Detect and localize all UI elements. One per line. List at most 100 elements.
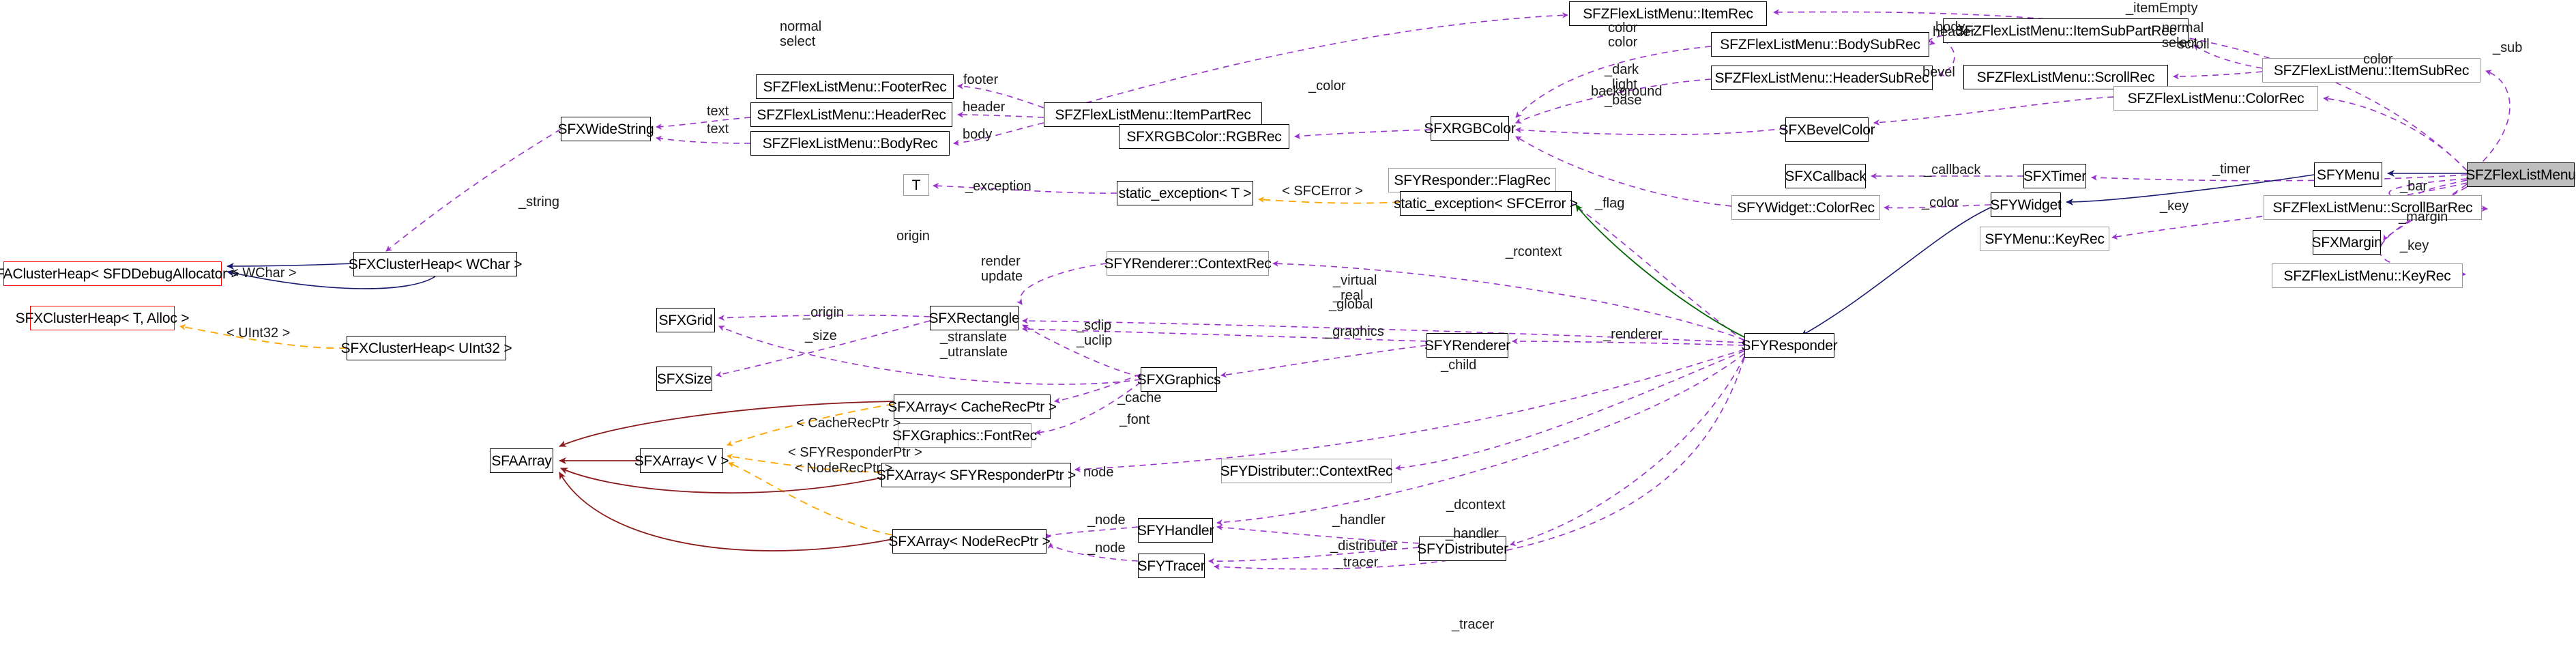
class-node-arr-cacherecptr[interactable]: SFXArray< CacheRecPtr >: [888, 395, 1057, 419]
class-node-grid[interactable]: SFXGrid: [656, 308, 715, 332]
class-node-callback[interactable]: SFXCallback: [1785, 164, 1867, 188]
edge-label-noderecptr: < NodeRecPtr >: [795, 461, 893, 476]
edge-label-callback: _callback: [1924, 162, 1981, 177]
class-node-clusterheap-uint32[interactable]: SFXClusterHeap< UInt32 >: [341, 336, 512, 360]
class-node-label: SFXClusterHeap< WChar >: [348, 256, 523, 272]
green-edges: [1575, 204, 1745, 338]
class-node-bevelcolor[interactable]: SFXBevelColor: [1779, 117, 1875, 142]
class-node-label: SFYResponder::FlagRec: [1394, 172, 1551, 188]
edge-label-normal-sel2: normal select: [780, 19, 822, 50]
edge-label-handler1: _handler: [1446, 526, 1499, 541]
class-node-itemsubpartrec[interactable]: SFZFlexListMenu::ItemSubPartRec: [1943, 18, 2189, 43]
class-node-menu[interactable]: SFYMenu: [2314, 162, 2382, 187]
class-node-label: SFZFlexListMenu::ColorRec: [2127, 90, 2304, 106]
class-node-timer[interactable]: SFXTimer: [2023, 164, 2086, 188]
class-node-static-exc-sfc[interactable]: static_exception< SFCError >: [1394, 191, 1578, 216]
edge-label-handler2: _handler: [1332, 513, 1386, 528]
edge-label-color1: color: [1608, 20, 1638, 35]
edge-label-origin1: origin: [896, 229, 930, 244]
class-node-widget[interactable]: SFYWidget: [1990, 192, 2062, 217]
class-node-arr-sfyresponderptr[interactable]: SFXArray< SFYResponderPtr >: [877, 463, 1076, 487]
class-node-label: SFXCallback: [1785, 168, 1867, 184]
class-node-label: SFXArray< SFYResponderPtr >: [876, 467, 1077, 483]
class-node-menukeyrec[interactable]: SFYMenu::KeyRec: [1980, 227, 2109, 251]
class-node-tracer[interactable]: SFYTracer: [1138, 554, 1205, 578]
class-node-label: SFXTimer: [2023, 168, 2087, 184]
class-node-itemrec[interactable]: SFZFlexListMenu::ItemRec: [1569, 1, 1767, 26]
class-node-rgbcolor[interactable]: SFXRGBColor: [1424, 116, 1516, 141]
class-node-label: SFYWidget::ColorRec: [1737, 199, 1875, 216]
class-node-colorrec-flex[interactable]: SFZFlexListMenu::ColorRec: [2113, 86, 2318, 111]
class-node-label: SFYHandler: [1137, 522, 1214, 539]
class-node-rectangle[interactable]: SFXRectangle: [929, 306, 1020, 330]
class-node-renderer[interactable]: SFYRenderer: [1424, 333, 1511, 358]
class-node-label: SFYTracer: [1137, 558, 1205, 574]
edge-label-cache: _cache: [1117, 390, 1162, 405]
edge-label-color5: _color: [1922, 195, 1959, 210]
class-node-label: SFZFlexListMenu::ItemRec: [1583, 5, 1753, 22]
edge-label-render-update: render update: [981, 254, 1023, 285]
class-node-label: SFZFlexListMenu::BodyRec: [762, 135, 938, 152]
class-node-label: SFXBevelColor: [1779, 121, 1875, 138]
class-node-responder[interactable]: SFYResponder: [1741, 333, 1838, 358]
class-node-aarray[interactable]: SFAArray: [490, 448, 553, 473]
class-node-label: SFYRenderer: [1424, 337, 1511, 354]
class-node-footerrec[interactable]: SFZFlexListMenu::FooterRec: [756, 74, 954, 99]
edge-label-global: _global: [1329, 297, 1373, 312]
class-node-rgbrec[interactable]: SFXRGBColor::RGBRec: [1119, 124, 1289, 149]
class-node-fontrec[interactable]: SFXGraphics::FontRec: [892, 423, 1037, 448]
edge-label-text1: text: [707, 104, 729, 119]
class-node-contextrec-renderer[interactable]: SFYRenderer::ContextRec: [1104, 251, 1272, 276]
class-node-xclusterheap-talloc[interactable]: SFXClusterHeap< T, Alloc >: [16, 306, 190, 330]
class-node-flagrec[interactable]: SFYResponder::FlagRec: [1388, 168, 1556, 192]
class-node-widgetcolorrec[interactable]: SFYWidget::ColorRec: [1731, 195, 1880, 220]
edge-label-exception: _exception: [965, 179, 1031, 194]
class-node-label: SFYMenu: [2317, 167, 2380, 183]
class-node-flexkeyrec[interactable]: SFZFlexListMenu::KeyRec: [2272, 263, 2463, 288]
class-node-graphics[interactable]: SFXGraphics: [1137, 367, 1221, 392]
class-node-label: static_exception< SFCError >: [1394, 195, 1578, 212]
edge-label-tracer2: _tracer: [1452, 617, 1495, 632]
class-node-itempartrec[interactable]: SFZFlexListMenu::ItemPartRec: [1044, 102, 1262, 127]
edge-label-sclip-uclip: _sclip _uclip: [1077, 318, 1113, 349]
class-node-margin[interactable]: SFXMargin: [2311, 230, 2382, 255]
class-node-label: SFXArray< V >: [634, 453, 729, 469]
class-node-label: SFXClusterHeap< T, Alloc >: [15, 310, 190, 326]
class-node-t[interactable]: T: [903, 174, 929, 196]
edge-label-color3: color: [2363, 52, 2393, 67]
class-node-arr-noderecptr[interactable]: SFXArray< NodeRecPtr >: [888, 529, 1051, 554]
class-node-label: SFXRGBColor: [1424, 120, 1516, 137]
class-node-headerrec[interactable]: SFZFlexListMenu::HeaderRec: [750, 102, 952, 127]
edge-label-bar: _bar: [2400, 179, 2428, 194]
class-node-label: SFZFlexListMenu::HeaderRec: [757, 106, 946, 123]
class-node-handler[interactable]: SFYHandler: [1137, 518, 1214, 543]
edge-label-sfcerror: < SFCError >: [1282, 184, 1363, 199]
class-node-widestring[interactable]: SFXWideString: [558, 117, 654, 141]
class-node-static-exc-t[interactable]: static_exception< T >: [1117, 181, 1253, 205]
class-node-scrollbarrec[interactable]: SFZFlexListMenu::ScrollBarRec: [2264, 195, 2482, 220]
class-node-label: SFZFlexListMenu::ItemSubPartRec: [1955, 23, 2177, 39]
edge-label-footer: footer: [963, 72, 999, 87]
class-node-size[interactable]: SFXSize: [656, 367, 712, 391]
edge-label-node1: node: [1083, 465, 1114, 480]
class-node-label: SFYDistributer::ContextRec: [1220, 463, 1393, 479]
class-node-label: SFZFlexListMenu::KeyRec: [2283, 268, 2451, 284]
class-node-bodysubrec[interactable]: SFZFlexListMenu::BodySubRec: [1711, 32, 1929, 57]
class-node-aclusterheap[interactable]: SFAClusterHeap< SFDDebugAllocator >: [0, 261, 239, 286]
class-node-contextrec-distr[interactable]: SFYDistributer::ContextRec: [1220, 459, 1393, 483]
class-node-label: SFYResponder: [1741, 337, 1838, 354]
edge-label-color4: _color: [1308, 78, 1346, 94]
class-node-label: SFXClusterHeap< UInt32 >: [340, 340, 512, 356]
class-node-label: SFYRenderer::ContextRec: [1104, 255, 1272, 272]
edge-label-dcontext: _dcontext: [1446, 498, 1506, 513]
class-node-label: SFZFlexListMenu::BodySubRec: [1720, 36, 1920, 53]
class-node-arr-v[interactable]: SFXArray< V >: [634, 448, 729, 473]
class-node-label: SFAArray: [491, 453, 552, 469]
class-node-label: T: [911, 177, 921, 193]
edge-label-stran-utran: _stranslate _utranslate: [940, 330, 1008, 360]
class-node-clusterheap-wchar[interactable]: SFXClusterHeap< WChar >: [349, 252, 522, 276]
class-node-headersubrec[interactable]: SFZFlexListMenu::HeaderSubRec: [1711, 66, 1933, 90]
class-node-bodyrec[interactable]: SFZFlexListMenu::BodyRec: [750, 131, 950, 156]
edge-label-cacherecptr: < CacheRecPtr >: [796, 416, 901, 431]
class-node-flexlistmenu[interactable]: SFZFlexListMenu: [2465, 162, 2576, 187]
